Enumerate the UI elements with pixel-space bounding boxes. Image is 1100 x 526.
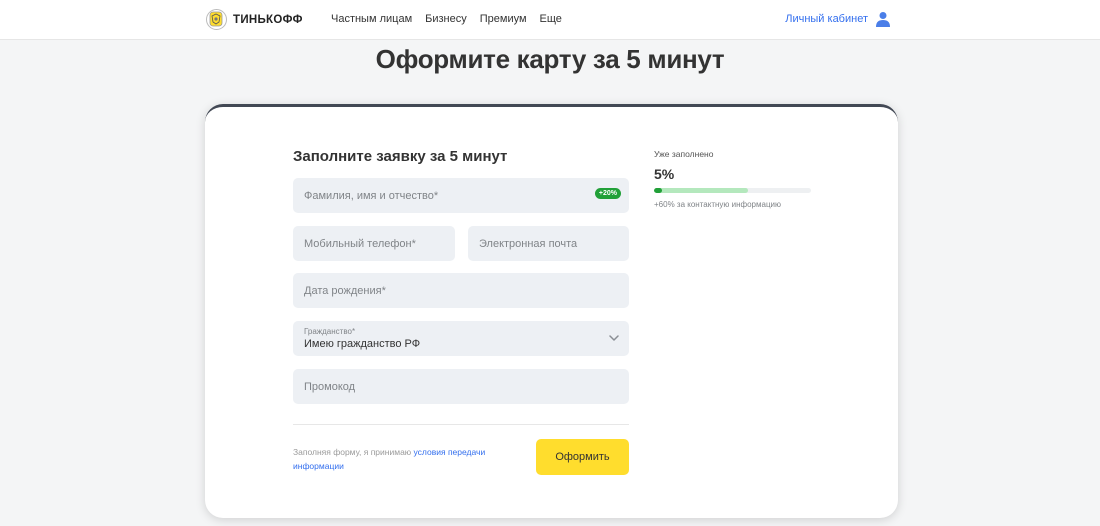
consent-prefix: Заполняя форму, я принимаю (293, 447, 414, 457)
nav-item-more[interactable]: Еще (540, 13, 562, 25)
phone-field[interactable]: Мобильный телефон* (293, 226, 455, 261)
nav-item-premium[interactable]: Премиум (480, 13, 527, 25)
form-title: Заполните заявку за 5 минут (293, 148, 508, 165)
birth-date-placeholder: Дата рождения* (304, 285, 386, 297)
chevron-down-icon (609, 335, 619, 341)
progress-bar (654, 188, 811, 193)
nav-item-business[interactable]: Бизнесу (425, 13, 467, 25)
page-title: Оформите карту за 5 минут (375, 44, 725, 74)
citizenship-label: Гражданство* (304, 327, 356, 336)
top-navigation-bar: ТИНЬКОФФ Частным лицам Бизнесу Премиум Е… (0, 0, 1100, 40)
progress-percent: 5% (654, 166, 675, 182)
progress-bonus-badge: +20% (594, 188, 621, 199)
logo-text: ТИНЬКОФФ (233, 13, 303, 26)
promo-code-placeholder: Промокод (304, 381, 356, 393)
form-divider (293, 424, 629, 425)
progress-bar-projected (654, 188, 749, 193)
citizenship-select[interactable]: Гражданство* Имею гражданство РФ (293, 321, 629, 356)
user-icon (876, 12, 890, 27)
personal-account-label: Личный кабинет (785, 13, 868, 25)
personal-account-link[interactable]: Личный кабинет (785, 11, 890, 27)
progress-label: Уже заполнено (654, 149, 714, 159)
consent-text: Заполняя форму, я принимаю условия перед… (293, 445, 498, 473)
email-field[interactable]: Электронная почта (468, 226, 629, 261)
phone-placeholder: Мобильный телефон* (304, 238, 416, 250)
full-name-placeholder: Фамилия, имя и отчество* (304, 190, 439, 202)
email-placeholder: Электронная почта (479, 238, 578, 250)
application-form-card: Заполните заявку за 5 минут Фамилия, имя… (205, 104, 898, 518)
citizenship-value: Имею гражданство РФ (304, 338, 421, 350)
promo-code-field[interactable]: Промокод (293, 369, 629, 404)
coat-of-arms-icon (206, 9, 227, 30)
nav-item-personal[interactable]: Частным лицам (331, 13, 412, 25)
progress-bar-fill (654, 188, 662, 193)
full-name-field[interactable]: Фамилия, имя и отчество* +20% (293, 178, 629, 213)
tinkoff-logo[interactable]: ТИНЬКОФФ (206, 9, 303, 30)
submit-application-button[interactable]: Оформить (536, 439, 629, 475)
birth-date-field[interactable]: Дата рождения* (293, 273, 629, 308)
progress-hint: +60% за контактную информацию (654, 200, 781, 209)
main-nav: Частным лицам Бизнесу Премиум Еще (331, 13, 562, 25)
